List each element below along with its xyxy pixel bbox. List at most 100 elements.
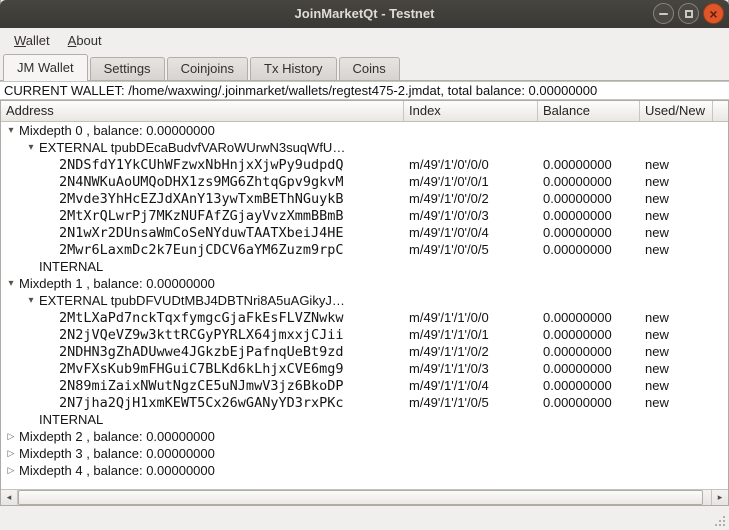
resize-grip-icon[interactable] [723, 524, 725, 526]
cell-balance: 0.00000000 [538, 361, 640, 376]
column-header-address[interactable]: Address [1, 101, 404, 121]
tree-row-label: 2N4NWKuAoUMQoDHX1zs9MG6ZhtqGpv9gkvM [59, 174, 343, 190]
expander-icon[interactable]: ▾ [23, 139, 39, 156]
indent-spacer [1, 300, 23, 301]
tree-row-label: 2NDSfdY1YkCUhWFzwxNbHnjxXjwPy9udpdQ [59, 157, 343, 173]
cell-status: new [640, 157, 728, 172]
tree-row-label: 2N7jha2QjH1xmKEWT5Cx26wGANyYD3rxPKc [59, 395, 343, 411]
tree-row-branch[interactable]: INTERNAL [1, 411, 728, 428]
tree-row-label: 2Mvde3YhHcEZJdXAnY13ywTxmBEThNGuykB [59, 191, 343, 207]
tree-row-label: 2MtLXaPd7nckTqxfymgcGjaFkEsFLVZNwkw [59, 310, 343, 326]
expander-icon[interactable]: ▷ [3, 428, 19, 445]
indent-spacer [1, 232, 43, 233]
cell-index: m/49'/1'/0'/0/5 [404, 242, 538, 257]
tree-row-mixdepth[interactable]: ▷Mixdepth 3 , balance: 0.00000000 [1, 445, 728, 462]
cell-status: new [640, 225, 728, 240]
cell-address: 2MtXrQLwrPj7MKzNUFAfZGjayVvzXmmBBmB [1, 208, 404, 224]
tree-row-address[interactable]: 2NDHN3gZhADUwwe4JGkzbEjPafnqUeBt9zd m/49'… [1, 343, 728, 360]
tree-row-label: Mixdepth 0 , balance: 0.00000000 [19, 123, 215, 138]
cell-balance: 0.00000000 [538, 344, 640, 359]
tree-row-address[interactable]: 2Mvde3YhHcEZJdXAnY13ywTxmBEThNGuykB m/49'… [1, 190, 728, 207]
cell-address: INTERNAL [1, 412, 404, 427]
tree-row-mixdepth[interactable]: ▷Mixdepth 2 , balance: 0.00000000 [1, 428, 728, 445]
maximize-button[interactable] [678, 3, 699, 24]
horizontal-scrollbar[interactable]: ◂ ▸ [1, 489, 728, 505]
indent-spacer [1, 317, 43, 318]
cell-index: m/49'/1'/0'/0/1 [404, 174, 538, 189]
cell-address: 2N4NWKuAoUMQoDHX1zs9MG6ZhtqGpv9gkvM [1, 174, 404, 190]
tree-row-label: Mixdepth 2 , balance: 0.00000000 [19, 429, 215, 444]
column-header-index[interactable]: Index [404, 101, 538, 121]
indent-spacer [1, 402, 43, 403]
indent-spacer [1, 334, 43, 335]
cell-status: new [640, 327, 728, 342]
close-button[interactable]: × [703, 3, 724, 24]
cell-balance: 0.00000000 [538, 395, 640, 410]
close-icon: × [709, 5, 717, 23]
tree-row-address[interactable]: 2MvFXsKub9mFHGuiC7BLKd6kLhjxCVE6mg9m/49'… [1, 360, 728, 377]
tree-row-address[interactable]: 2N4NWKuAoUMQoDHX1zs9MG6ZhtqGpv9gkvM m/49'… [1, 173, 728, 190]
tree-row-address[interactable]: 2N7jha2QjH1xmKEWT5Cx26wGANyYD3rxPKcm/49'… [1, 394, 728, 411]
cell-status: new [640, 191, 728, 206]
expander-icon[interactable]: ▷ [3, 462, 19, 479]
tab-settings[interactable]: Settings [90, 57, 165, 80]
scrollbar-thumb[interactable] [18, 490, 703, 505]
scroll-right-button[interactable]: ▸ [711, 490, 728, 505]
cell-index: m/49'/1'/1'/0/0 [404, 310, 538, 325]
cell-status: new [640, 395, 728, 410]
scrollbar-track[interactable] [18, 490, 711, 505]
menu-item-about[interactable]: About [59, 30, 111, 51]
cell-index: m/49'/1'/0'/0/2 [404, 191, 538, 206]
indent-spacer [1, 164, 43, 165]
tree-row-label: 2MtXrQLwrPj7MKzNUFAfZGjayVvzXmmBBmB [59, 208, 343, 224]
tree-row-address[interactable]: 2N2jVQeVZ9w3kttRCGyPYRLX64jmxxjCJiim/49'… [1, 326, 728, 343]
cell-index: m/49'/1'/1'/0/2 [404, 344, 538, 359]
expander-icon[interactable]: ▾ [23, 292, 39, 309]
cell-status: new [640, 208, 728, 223]
scroll-right-icon: ▸ [718, 492, 723, 503]
cell-address: ▾Mixdepth 0 , balance: 0.00000000 [1, 122, 404, 139]
column-header-used-new[interactable]: Used/New [640, 101, 713, 121]
menu-item-wallet[interactable]: Wallet [5, 30, 59, 51]
cell-status: new [640, 310, 728, 325]
expander-icon[interactable]: ▾ [3, 275, 19, 292]
tree-row-mixdepth[interactable]: ▾Mixdepth 0 , balance: 0.00000000 [1, 122, 728, 139]
scroll-left-button[interactable]: ◂ [1, 490, 18, 505]
tree-row-label: INTERNAL [39, 259, 103, 274]
tree-row-label: 2MvFXsKub9mFHGuiC7BLKd6kLhjxCVE6mg9 [59, 361, 343, 377]
tab-coins[interactable]: Coins [339, 57, 400, 80]
title-bar[interactable]: JoinMarketQt - Testnet × [0, 0, 729, 28]
tree-row-branch[interactable]: ▾EXTERNAL tpubDFVUDtMBJ4DBTNri8A5uAGikyJ… [1, 292, 728, 309]
column-header-balance[interactable]: Balance [538, 101, 640, 121]
cell-address: 2Mwr6LaxmDc2k7EunjCDCV6aYM6Zuzm9rpC [1, 242, 404, 258]
tree-row-address[interactable]: 2N1wXr2DUnsaWmCoSeNYduwTAATXbeiJ4HEm/49'… [1, 224, 728, 241]
cell-balance: 0.00000000 [538, 208, 640, 223]
tree-row-branch[interactable]: ▾EXTERNAL tpubDEcaBudvfVARoWUrwN3suqWfU… [1, 139, 728, 156]
tree-row-address[interactable]: 2Mwr6LaxmDc2k7EunjCDCV6aYM6Zuzm9rpCm/49'… [1, 241, 728, 258]
tree-row-address[interactable]: 2MtLXaPd7nckTqxfymgcGjaFkEsFLVZNwkw m/49'… [1, 309, 728, 326]
expander-icon[interactable]: ▾ [3, 122, 19, 139]
tab-tx-history[interactable]: Tx History [250, 57, 337, 80]
indent-spacer [1, 249, 43, 250]
cell-address: 2Mvde3YhHcEZJdXAnY13ywTxmBEThNGuykB [1, 191, 404, 207]
tree-row-mixdepth[interactable]: ▷Mixdepth 4 , balance: 0.00000000 [1, 462, 728, 479]
maximize-icon [685, 10, 693, 18]
tab-coinjoins[interactable]: Coinjoins [167, 57, 248, 80]
tree-row-mixdepth[interactable]: ▾Mixdepth 1 , balance: 0.00000000 [1, 275, 728, 292]
cell-balance: 0.00000000 [538, 242, 640, 257]
tree-row-branch[interactable]: INTERNAL [1, 258, 728, 275]
tab-jm-wallet[interactable]: JM Wallet [3, 54, 88, 81]
tree-row-label: EXTERNAL tpubDEcaBudvfVARoWUrwN3suqWfU… [39, 140, 345, 155]
tree-row-label: 2NDHN3gZhADUwwe4JGkzbEjPafnqUeBt9zd [59, 344, 343, 360]
minimize-button[interactable] [653, 3, 674, 24]
tree-row-address[interactable]: 2N89miZaixNWutNgzCE5uNJmwV3jz6BkoDPm/49'… [1, 377, 728, 394]
tree-row-label: 2N2jVQeVZ9w3kttRCGyPYRLX64jmxxjCJii [59, 327, 343, 343]
tree-row-address[interactable]: 2NDSfdY1YkCUhWFzwxNbHnjxXjwPy9udpdQm/49'… [1, 156, 728, 173]
cell-balance: 0.00000000 [538, 157, 640, 172]
expander-icon[interactable]: ▷ [3, 445, 19, 462]
tree-row-address[interactable]: 2MtXrQLwrPj7MKzNUFAfZGjayVvzXmmBBmBm/49'… [1, 207, 728, 224]
wallet-tree: AddressIndexBalanceUsed/New ▾Mixdepth 0 … [0, 100, 729, 506]
cell-index: m/49'/1'/0'/0/4 [404, 225, 538, 240]
cell-address: 2MtLXaPd7nckTqxfymgcGjaFkEsFLVZNwkw [1, 310, 404, 326]
indent-spacer [1, 368, 43, 369]
